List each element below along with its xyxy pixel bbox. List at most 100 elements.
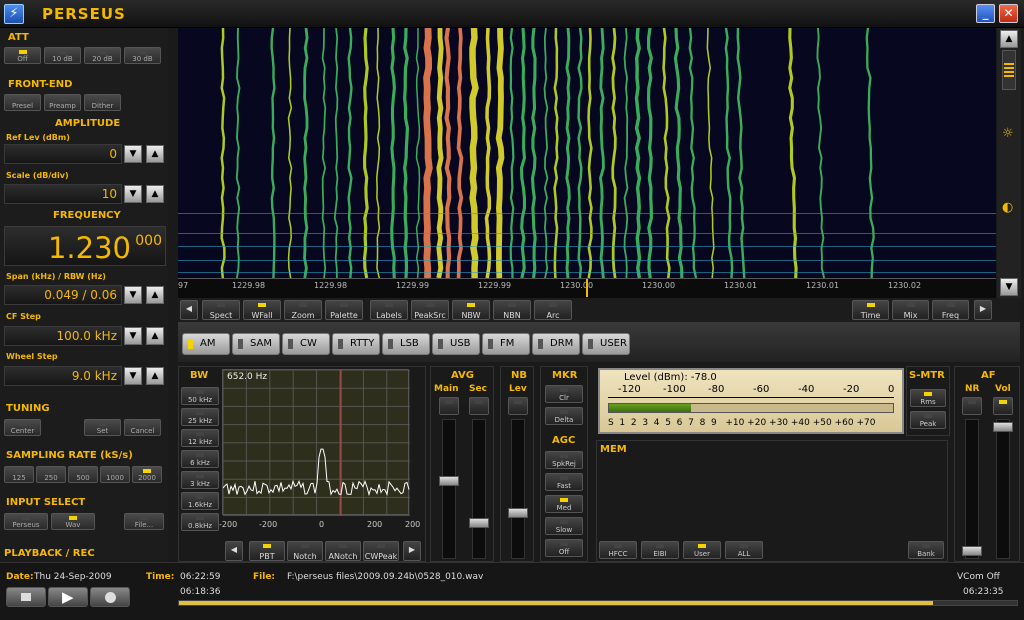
- scroll-up-button[interactable]: ▲: [1000, 30, 1018, 48]
- waterfall-display[interactable]: [178, 28, 996, 278]
- input-button[interactable]: Perseus: [4, 513, 48, 530]
- span-field[interactable]: 0.049 / 0.06: [4, 285, 122, 305]
- close-button[interactable]: ✕: [999, 4, 1018, 23]
- agc-button[interactable]: Med: [545, 495, 583, 513]
- mode-button-cw[interactable]: CW: [282, 333, 330, 355]
- vol-toggle[interactable]: [993, 397, 1013, 415]
- toolbar-button[interactable]: Time: [852, 300, 889, 320]
- stop-button[interactable]: [6, 587, 46, 607]
- bw-spectrum-plot[interactable]: 652.0 Hz: [222, 369, 411, 517]
- ref-level-field[interactable]: 0: [4, 144, 122, 164]
- toolbar-button[interactable]: WFall: [243, 300, 281, 320]
- tuning-button[interactable]: Center: [4, 419, 41, 436]
- frontend-button[interactable]: Preamp: [44, 94, 81, 111]
- nr-slider[interactable]: [962, 419, 982, 559]
- avg-main-knob[interactable]: [439, 476, 459, 486]
- mode-button-sam[interactable]: SAM: [232, 333, 280, 355]
- scale-down-button[interactable]: ▼: [124, 185, 142, 203]
- nb-toggle[interactable]: [508, 397, 528, 415]
- vol-slider[interactable]: [993, 419, 1013, 559]
- att-button[interactable]: 30 dB: [124, 47, 161, 64]
- mem-button[interactable]: User: [683, 541, 721, 559]
- cfstep-up-button[interactable]: ▲: [146, 327, 164, 345]
- frontend-button[interactable]: Dither: [84, 94, 121, 111]
- bw-bottom-button[interactable]: PBT: [249, 541, 285, 561]
- mode-button-lsb[interactable]: LSB: [382, 333, 430, 355]
- toolbar-button[interactable]: NBN: [493, 300, 531, 320]
- bw-button[interactable]: 1.6kHz: [181, 492, 219, 510]
- nr-toggle[interactable]: [962, 397, 982, 415]
- toolbar-button[interactable]: Labels: [370, 300, 408, 320]
- avg-sec-slider[interactable]: [469, 419, 489, 559]
- cfstep-down-button[interactable]: ▼: [124, 327, 142, 345]
- bw-button[interactable]: 25 kHz: [181, 408, 219, 426]
- ref-down-button[interactable]: ▼: [124, 145, 142, 163]
- att-button[interactable]: 20 dB: [84, 47, 121, 64]
- ref-up-button[interactable]: ▲: [146, 145, 164, 163]
- toolbar-button[interactable]: Mix: [892, 300, 929, 320]
- play-button[interactable]: ▶: [48, 587, 88, 607]
- agc-button[interactable]: Fast: [545, 473, 583, 491]
- toolbar-button[interactable]: Spect: [202, 300, 240, 320]
- minimize-button[interactable]: _: [976, 4, 995, 23]
- span-up-button[interactable]: ▲: [146, 286, 164, 304]
- bw-button[interactable]: 3 kHz: [181, 471, 219, 489]
- mkr-button[interactable]: Clr: [545, 385, 583, 403]
- toolbar-button[interactable]: Zoom: [284, 300, 322, 320]
- att-button[interactable]: Off: [4, 47, 41, 64]
- nb-slider[interactable]: [508, 419, 528, 559]
- sampling-button[interactable]: 125: [4, 466, 34, 483]
- frontend-button[interactable]: Presel: [4, 94, 41, 111]
- bw-button[interactable]: 12 kHz: [181, 429, 219, 447]
- sampling-button[interactable]: 250: [36, 466, 66, 483]
- bw-bottom-button[interactable]: ANotch: [325, 541, 361, 561]
- mode-button-am[interactable]: AM: [182, 333, 230, 355]
- toolbar-right-arrow[interactable]: ▶: [974, 300, 992, 320]
- nb-knob[interactable]: [508, 508, 528, 518]
- toolbar-button[interactable]: Freq: [932, 300, 969, 320]
- span-down-button[interactable]: ▼: [124, 286, 142, 304]
- bw-button[interactable]: 0.8kHz: [181, 513, 219, 531]
- bw-right-arrow[interactable]: ▶: [403, 541, 421, 561]
- bw-button[interactable]: 50 kHz: [181, 387, 219, 405]
- avg-main-toggle[interactable]: [439, 397, 459, 415]
- bank-button[interactable]: Bank: [908, 541, 944, 559]
- scroll-down-button[interactable]: ▼: [1000, 278, 1018, 296]
- sampling-button[interactable]: 2000: [132, 466, 162, 483]
- record-button[interactable]: [90, 587, 130, 607]
- input-button[interactable]: Wav: [51, 513, 95, 530]
- agc-button[interactable]: Slow: [545, 517, 583, 535]
- avg-main-slider[interactable]: [439, 419, 459, 559]
- bw-bottom-button[interactable]: CWPeak: [363, 541, 399, 561]
- agc-button[interactable]: SpkRej: [545, 451, 583, 469]
- scale-up-button[interactable]: ▲: [146, 185, 164, 203]
- wheelstep-field[interactable]: 9.0 kHz: [4, 366, 122, 386]
- side-slider-thumb[interactable]: [1004, 63, 1014, 77]
- mem-button[interactable]: HFCC: [599, 541, 637, 559]
- brightness-icon[interactable]: ☼: [1002, 126, 1014, 141]
- agc-button[interactable]: Off: [545, 539, 583, 557]
- toolbar-button[interactable]: NBW: [452, 300, 490, 320]
- smtr-button[interactable]: Peak: [910, 411, 946, 429]
- frequency-scale[interactable]: 97 1229.98 1229.98 1229.99 1229.99 1230.00 123…: [178, 278, 996, 298]
- toolbar-left-arrow[interactable]: ◀: [180, 300, 198, 320]
- frequency-display[interactable]: 1.230 000: [4, 226, 166, 266]
- scale-field[interactable]: 10: [4, 184, 122, 204]
- bw-left-arrow[interactable]: ◀: [225, 541, 243, 561]
- playback-progress-track[interactable]: [178, 600, 1018, 606]
- mode-button-drm[interactable]: DRM: [532, 333, 580, 355]
- avg-sec-knob[interactable]: [469, 518, 489, 528]
- file-button[interactable]: File...: [124, 513, 164, 530]
- mode-button-fm[interactable]: FM: [482, 333, 530, 355]
- mode-button-usb[interactable]: USB: [432, 333, 480, 355]
- side-slider-track[interactable]: [1002, 50, 1016, 90]
- cfstep-field[interactable]: 100.0 kHz: [4, 326, 122, 346]
- bw-bottom-button[interactable]: Notch: [287, 541, 323, 561]
- contrast-icon[interactable]: ◐: [1002, 200, 1013, 215]
- smtr-button[interactable]: Rms: [910, 389, 946, 407]
- mem-button[interactable]: EIBI: [641, 541, 679, 559]
- toolbar-button[interactable]: PeakSrc: [411, 300, 449, 320]
- nr-knob[interactable]: [962, 546, 982, 556]
- tuning-button[interactable]: Cancel: [124, 419, 161, 436]
- att-button[interactable]: 10 dB: [44, 47, 81, 64]
